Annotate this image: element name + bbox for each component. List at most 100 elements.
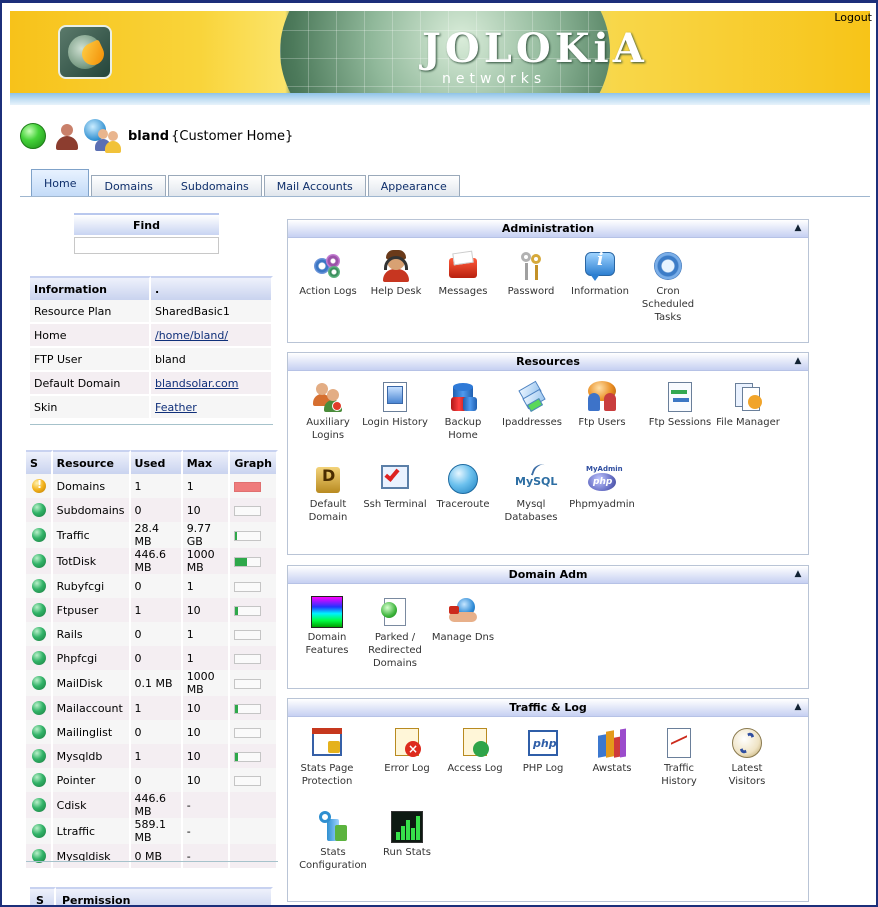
help-desk-icon [380, 250, 412, 282]
run-stats-item[interactable]: Run Stats [373, 811, 441, 859]
col-max: Max [182, 450, 231, 474]
resource-row: Pointer 0 10 [26, 768, 278, 792]
resource-max: 9.77 GB [182, 522, 231, 548]
action-logs-item[interactable]: Action Logs [294, 250, 362, 298]
administration-panel: Administration ▲ Action Logs Help Desk M… [287, 219, 809, 343]
resource-used: 589.1 MB [130, 818, 183, 844]
ipaddresses-item[interactable]: Ipaddresses [498, 380, 566, 429]
redirect-icon [379, 596, 411, 628]
resource-max: 1000 MB [182, 548, 231, 574]
resource-max: 1 [182, 574, 231, 598]
ssh-terminal-icon [379, 463, 411, 495]
ftp-sessions-item[interactable]: Ftp Sessions [646, 381, 714, 429]
warning-status-icon [32, 478, 46, 493]
ftp-users-icon [586, 381, 618, 413]
cron-tasks-item[interactable]: Cron Scheduled Tasks [634, 250, 702, 324]
tab-mail-accounts[interactable]: Mail Accounts [263, 175, 366, 197]
find-input[interactable] [74, 237, 219, 254]
php-log-item[interactable]: PHP Log [509, 727, 577, 775]
access-log-item[interactable]: Access Log [441, 727, 509, 775]
resource-max: - [182, 818, 231, 844]
skin-link[interactable]: Feather [155, 401, 197, 414]
password-item[interactable]: Password [497, 250, 565, 298]
traffic-history-item[interactable]: Traffic History [645, 727, 713, 788]
stats-page-protection-item[interactable]: Stats Page Protection [293, 727, 361, 788]
resource-resource: Domains [52, 474, 131, 498]
domain-features-item[interactable]: Domain Features [293, 596, 361, 657]
logout-link[interactable]: Logout [834, 11, 872, 24]
usage-bar [234, 581, 262, 592]
phpmyadmin-item[interactable]: MyAdmin Phpmyadmin [568, 463, 636, 511]
resource-resource: Ftpuser [52, 598, 131, 622]
collapse-icon[interactable]: ▲ [792, 569, 804, 581]
default-domain-icon [312, 463, 344, 495]
ok-status-icon [32, 824, 46, 838]
resource-row: Traffic 28.4 MB 9.77 GB [26, 522, 278, 548]
brand-title: JOLOKiA [422, 25, 648, 72]
ok-status-icon [32, 749, 46, 763]
auxiliary-logins-item[interactable]: Auxiliary Logins [294, 381, 362, 442]
resource-used: 446.6 MB [130, 792, 183, 818]
panel-title: Administration [501, 222, 595, 235]
default-domain-link[interactable]: blandsolar.com [155, 377, 239, 390]
usage-bar [234, 727, 262, 738]
resource-max: 10 [182, 696, 231, 720]
information-item[interactable]: Information [566, 250, 634, 298]
stats-configuration-item[interactable]: Stats Configuration [299, 811, 367, 872]
latest-visitors-item[interactable]: Latest Visitors [713, 727, 781, 788]
dns-globe-icon [447, 596, 479, 628]
header-banner: JOLOKiA networks [10, 11, 870, 93]
backup-home-item[interactable]: Backup Home [429, 381, 497, 442]
awstats-item[interactable]: Awstats [578, 727, 646, 775]
resource-resource: Mailaccount [52, 696, 131, 720]
resource-row: Ftpuser 1 10 [26, 598, 278, 622]
file-manager-item[interactable]: File Manager [714, 381, 782, 429]
info-label: Default Domain [30, 372, 151, 396]
manage-dns-item[interactable]: Manage Dns [429, 596, 497, 644]
ok-status-icon [32, 503, 46, 517]
usage-bar [234, 530, 262, 541]
info-row: Home /home/bland/ [30, 324, 273, 348]
col-perm-status: S [30, 887, 56, 905]
ssh-terminal-item[interactable]: Ssh Terminal [361, 463, 429, 511]
tab-bar: Home Domains Subdomains Mail Accounts Ap… [31, 169, 462, 197]
tab-appearance[interactable]: Appearance [367, 175, 460, 197]
header-band [10, 93, 870, 105]
collapse-icon[interactable]: ▲ [792, 356, 804, 368]
col-permission: Permission [56, 887, 273, 905]
collapse-icon[interactable]: ▲ [792, 702, 804, 714]
ftp-sessions-icon [664, 381, 696, 413]
usage-bar [234, 653, 262, 664]
tab-subdomains[interactable]: Subdomains [167, 175, 262, 197]
ftp-users-item[interactable]: Ftp Users [568, 381, 636, 429]
user-context: {Customer Home} [171, 128, 294, 144]
ok-status-icon [32, 798, 46, 812]
home-path-link[interactable]: /home/bland/ [155, 329, 228, 342]
info-label: Skin [30, 396, 151, 420]
parked-domains-item[interactable]: Parked / Redirected Domains [361, 596, 429, 670]
traceroute-item[interactable]: Traceroute [429, 463, 497, 511]
ok-status-icon [32, 651, 46, 665]
information-header-row: Information . [30, 276, 273, 300]
mysql-dolphin-icon: MySQL [515, 461, 557, 495]
help-desk-item[interactable]: Help Desk [362, 250, 430, 298]
run-stats-icon [391, 811, 423, 843]
tab-domains[interactable]: Domains [91, 175, 166, 197]
mysql-databases-item[interactable]: MySQL Mysql Databases [497, 461, 565, 524]
brand-subtitle: networks [442, 71, 547, 87]
error-log-item[interactable]: × Error Log [373, 727, 441, 775]
resource-row: Phpfcgi 0 1 [26, 646, 278, 670]
collapse-icon[interactable]: ▲ [792, 223, 804, 235]
latest-visitors-icon [731, 727, 763, 759]
ok-status-icon [32, 603, 46, 617]
default-domain-item[interactable]: Default Domain [294, 463, 362, 524]
users-globe-icon[interactable] [84, 119, 121, 153]
customer-icon[interactable] [54, 122, 80, 150]
messages-item[interactable]: Messages [429, 250, 497, 298]
login-history-item[interactable]: Login History [361, 381, 429, 429]
tab-home[interactable]: Home [31, 169, 90, 197]
info-row: FTP User bland [30, 348, 273, 372]
resource-used: 0 [130, 498, 183, 522]
resource-max: 10 [182, 768, 231, 792]
resource-used: 1 [130, 696, 183, 720]
